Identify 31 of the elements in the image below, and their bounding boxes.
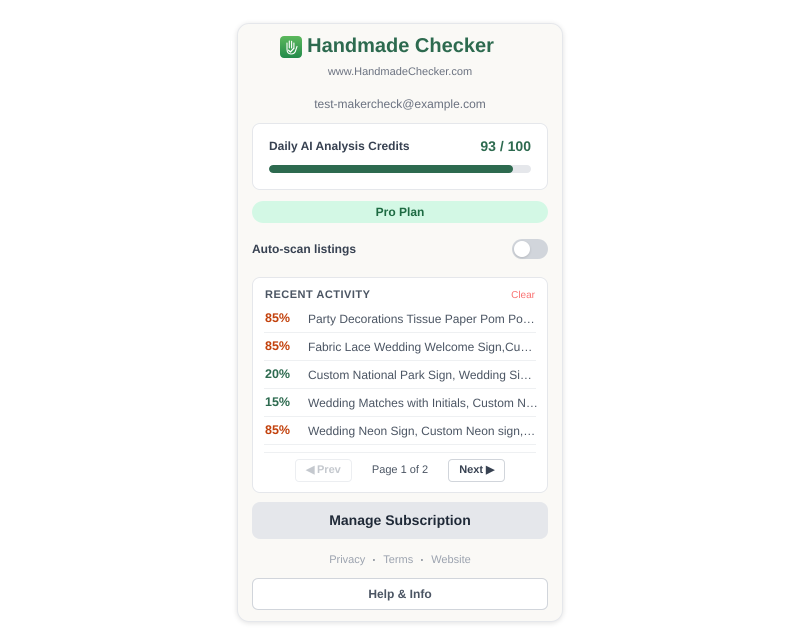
app-title: Handmade Checker	[307, 35, 494, 58]
credits-count: 93 / 100	[480, 136, 531, 156]
score-percent: 85%	[265, 338, 292, 356]
activity-row[interactable]: 85% Party Decorations Tissue Paper Pom Po…	[264, 305, 536, 333]
listing-title: Wedding Neon Sign, Custom Neon sign,…	[308, 422, 536, 440]
page-indicator: Page 1 of 2	[372, 463, 428, 478]
manage-subscription-button[interactable]: Manage Subscription	[252, 502, 548, 539]
listing-title: Custom National Park Sign, Wedding Si…	[308, 366, 532, 384]
auto-scan-toggle[interactable]	[512, 239, 548, 259]
link-separator: ·	[372, 552, 376, 569]
score-percent: 15%	[265, 394, 292, 412]
site-url[interactable]: www.HandmadeChecker.com	[328, 66, 472, 78]
activity-row[interactable]: 85% Fabric Lace Wedding Welcome Sign,Cu…	[264, 333, 536, 361]
auto-scan-label: Auto-scan listings	[252, 241, 356, 258]
credits-label: Daily AI Analysis Credits	[269, 138, 410, 155]
activity-row[interactable]: 20% Custom National Park Sign, Wedding Si…	[264, 361, 536, 389]
listing-title: Wedding Matches with Initials, Custom N…	[308, 394, 538, 412]
activity-row[interactable]: 15% Wedding Matches with Initials, Custom N…	[264, 389, 536, 417]
link-separator: ·	[420, 552, 424, 569]
help-info-button[interactable]: Help & Info	[252, 578, 548, 610]
activity-row[interactable]: 85% Wedding Neon Sign, Custom Neon sign,…	[264, 417, 536, 445]
account-email: test-makercheck@example.com	[314, 97, 486, 111]
score-percent: 85%	[265, 422, 292, 440]
section-title: RECENT ACTIVITY	[265, 288, 370, 303]
score-percent: 20%	[265, 366, 292, 384]
hand-check-logo-icon	[280, 36, 302, 58]
score-percent: 85%	[265, 310, 292, 328]
next-button[interactable]: Next ▶	[448, 459, 506, 482]
listing-title: Party Decorations Tissue Paper Pom Po…	[308, 310, 535, 328]
listing-title: Fabric Lace Wedding Welcome Sign,Cu…	[308, 338, 532, 356]
plan-badge: Pro Plan	[252, 201, 548, 223]
